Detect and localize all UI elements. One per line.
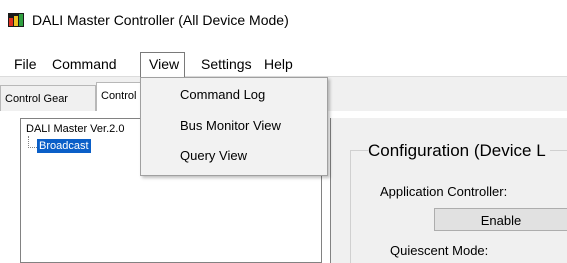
enable-button[interactable]: Enable (434, 208, 567, 231)
menu-item-command-log[interactable]: Command Log (180, 86, 265, 104)
menu-item-bus-monitor-view[interactable]: Bus Monitor View (180, 117, 281, 135)
menu-item-query-view[interactable]: Query View (180, 147, 247, 165)
tree-node-broadcast[interactable]: Broadcast (37, 139, 91, 153)
tree-connector (28, 136, 37, 148)
tab-control-gear[interactable]: Control Gear (0, 85, 96, 111)
view-dropdown-menu: Command Log Bus Monitor View Query View (140, 77, 328, 176)
quiescent-mode-label: Quiescent Mode: (390, 243, 489, 258)
group-box-border-left (350, 150, 351, 263)
config-group-title: Configuration (Device L (368, 140, 550, 162)
tab-control-device[interactable]: Control Device (96, 82, 146, 111)
menu-view[interactable]: View (149, 52, 179, 76)
menu-file[interactable]: File (14, 52, 37, 76)
menu-command[interactable]: Command (52, 52, 117, 76)
app-icon (8, 13, 24, 27)
menu-help[interactable]: Help (264, 52, 293, 76)
window-title: DALI Master Controller (All Device Mode) (32, 12, 289, 28)
app-controller-label: Application Controller: (380, 184, 508, 199)
tree-root-node[interactable]: DALI Master Ver.2.0 (26, 122, 124, 136)
menu-settings[interactable]: Settings (201, 52, 252, 76)
